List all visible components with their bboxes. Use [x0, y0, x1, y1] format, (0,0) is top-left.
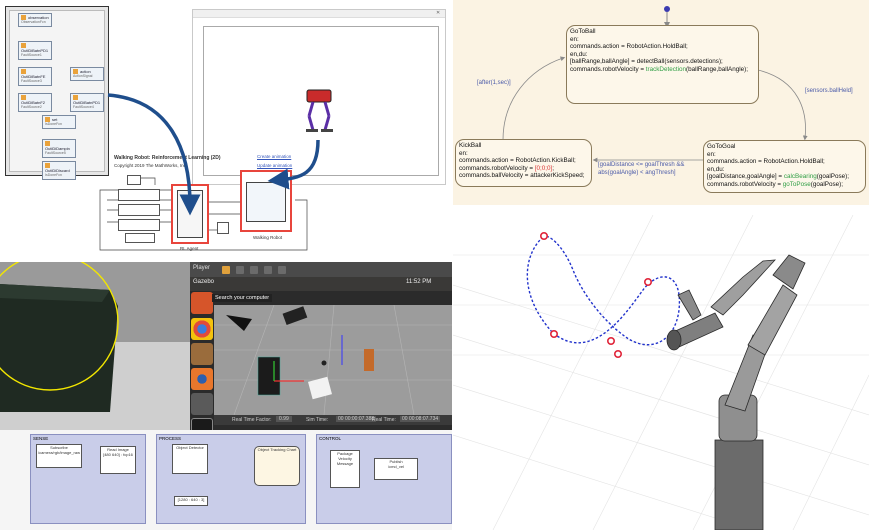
- package-msg-block[interactable]: Package Velocity Message: [330, 450, 360, 488]
- sense-title: SENSE: [33, 436, 49, 441]
- fit-icon[interactable]: [278, 266, 286, 274]
- block-label: Package Velocity Message: [336, 451, 354, 466]
- transition-after-label[interactable]: [after(1,sec)]: [477, 80, 511, 86]
- real-time-value: 00 00:08:07.734: [400, 416, 441, 422]
- state-line: [ballRange,ballAngle] = detectBall(senso…: [570, 58, 723, 66]
- code-text: (ballRange,ballAngle);: [686, 65, 748, 73]
- ubuntu-topbar: Gazebo 11:52 PM: [190, 277, 452, 291]
- vector-label: [1280 : 640 : 3]: [177, 497, 205, 502]
- pause-icon[interactable]: [222, 266, 230, 274]
- robot-arm-3d-panel: [452, 214, 869, 530]
- clock-text: 11:52 PM: [406, 279, 432, 285]
- arrows-overlay: [107, 93, 320, 216]
- control-title: CONTROL: [319, 436, 342, 441]
- state-line: commands.action = RobotAction.KickBall;: [459, 157, 576, 165]
- gazebo-ros-panel: Player Gazebo 11:52 PM Search your compu…: [0, 262, 452, 530]
- state-goto-goal[interactable]: GoToGoal en: commands.action = RobotActi…: [703, 140, 866, 193]
- sim-time-label: Sim Time:: [306, 417, 329, 423]
- state-line: commands.robotVelocity = [0;0;0];: [459, 165, 588, 173]
- process-title: PROCESS: [159, 436, 182, 441]
- rtf-label: Real Time Factor:: [232, 417, 272, 423]
- position-vector-block[interactable]: [1280 : 640 : 3]: [174, 496, 208, 506]
- state-name: GoToGoal: [707, 143, 736, 150]
- code-text: commands.robotVelocity =: [707, 180, 783, 188]
- state-name: KickBall: [459, 142, 482, 149]
- state-line: commands.ballVelocity = attackerKickSpee…: [459, 172, 585, 180]
- code-text: commands.robotVelocity =: [570, 65, 646, 73]
- rtf-value: 0.99: [276, 416, 292, 422]
- publish-block[interactable]: Publish/cmd_vel: [374, 458, 418, 480]
- gazebo-status-bar: Real Time Factor: 0.99 Sim Time: 00 00:0…: [214, 415, 452, 425]
- state-name: GoToBall: [570, 28, 596, 35]
- gazebo-topbar: Player: [190, 262, 452, 277]
- state-line: [goalDistance,goalAngle] = calcBearing(g…: [707, 173, 862, 181]
- camera-view: [0, 262, 190, 430]
- state-line: en,du:: [570, 50, 588, 58]
- app-title: Gazebo: [193, 279, 215, 285]
- state-line: en:: [459, 149, 468, 157]
- state-line: en,du:: [707, 165, 725, 173]
- code-text: commands.robotVelocity =: [459, 164, 535, 172]
- scene-graphics: [214, 305, 452, 415]
- ros-model-canvas: SENSE PROCESS CONTROL Subscribe/camera/r…: [0, 430, 452, 530]
- transition-goal-cond-line2[interactable]: abs(goalAngle) < angThresh]: [598, 170, 676, 176]
- state-line: commands.robotVelocity = goToPose(goalPo…: [707, 181, 862, 189]
- state-goto-ball[interactable]: GoToBall en: commands.action = RobotActi…: [566, 25, 759, 104]
- object-detector-block[interactable]: Object Detector: [172, 444, 208, 474]
- block-label: Object Tracking Chart: [257, 447, 297, 452]
- firefox-icon[interactable]: [191, 368, 213, 390]
- transition-ball-held-label[interactable]: [sensors.ballHeld]: [805, 88, 853, 94]
- simulink-rl-panel: observation ObservationFcn OutlDiBatnPD1 Fa…: [0, 0, 452, 262]
- code-text: (goalPose);: [816, 173, 849, 181]
- tracking-chart-block[interactable]: Object Tracking Chart: [254, 446, 300, 486]
- files-icon[interactable]: [191, 343, 213, 365]
- transition-goal-cond-line1[interactable]: [goalDistance <= goalThresh &&: [598, 162, 684, 168]
- gazebo-scene[interactable]: [214, 305, 452, 415]
- read-image-block[interactable]: Read Image [480 640] : fcp16: [100, 446, 136, 474]
- topic-label: /camera/rgb/image_raw: [37, 450, 81, 455]
- code-text: [goalDistance,goalAngle] =: [707, 173, 784, 181]
- format-label: [480 640] : fcp16: [103, 452, 133, 457]
- state-line: commands.action = RobotAction.HoldBall;: [570, 43, 688, 51]
- player-menu[interactable]: Player: [193, 265, 210, 271]
- subscribe-block[interactable]: Subscribe/camera/rgb/image_raw: [36, 444, 82, 468]
- state-line: commands.robotVelocity = trackDetection(…: [570, 66, 755, 74]
- search-tooltip: Search your computer: [212, 294, 273, 302]
- code-text: ;: [552, 164, 555, 172]
- constant-value: [0;0;0]: [534, 164, 553, 172]
- dumpster-object: [0, 262, 119, 412]
- stateflow-chart-panel: GoToBall en: commands.action = RobotActi…: [453, 0, 869, 205]
- real-time-label: Real Time:: [372, 417, 396, 423]
- robot-arm-scene: [452, 214, 869, 530]
- zoom-out-icon[interactable]: [264, 266, 272, 274]
- sim-time-value: 00 00:00:07.388: [336, 416, 377, 422]
- zoom-in-icon[interactable]: [250, 266, 258, 274]
- refresh-icon[interactable]: [236, 266, 244, 274]
- state-kick-ball[interactable]: KickBall en: commands.action = RobotActi…: [455, 139, 592, 187]
- function-name: trackDetection: [645, 65, 687, 73]
- function-name: goToPose: [782, 180, 811, 188]
- code-text: (goalPose);: [810, 180, 843, 188]
- ubuntu-logo-icon[interactable]: [191, 292, 213, 314]
- state-line: en:: [570, 35, 579, 43]
- block-label: Object Detector: [176, 445, 204, 450]
- state-line: en:: [707, 150, 716, 158]
- settings-icon[interactable]: [191, 393, 213, 415]
- chrome-icon[interactable]: [191, 318, 213, 340]
- state-line: commands.action = RobotAction.HoldBall;: [707, 158, 825, 166]
- topic-label: /cmd_vel: [387, 464, 404, 469]
- function-name: calcBearing: [783, 173, 817, 181]
